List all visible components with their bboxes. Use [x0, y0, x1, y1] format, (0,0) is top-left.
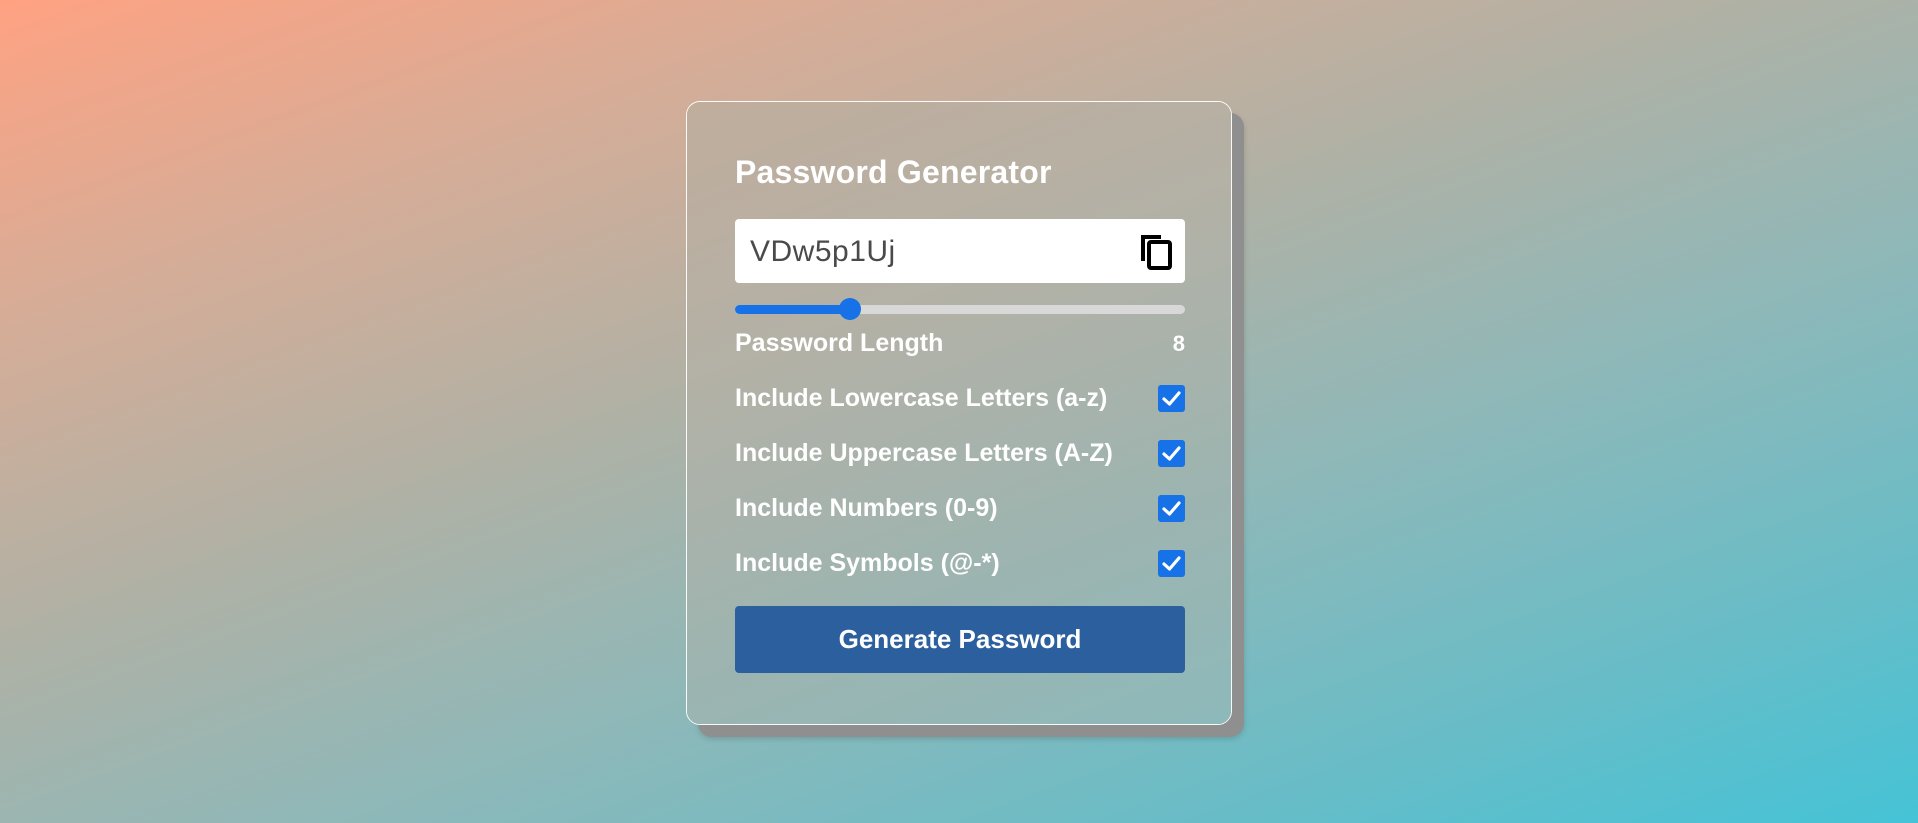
symbols-checkbox[interactable] — [1158, 550, 1185, 577]
slider-thumb[interactable] — [839, 298, 861, 320]
copy-icon[interactable] — [1137, 231, 1175, 271]
length-label: Password Length — [735, 329, 944, 357]
option-label-numbers: Include Numbers (0-9) — [735, 494, 998, 522]
option-label-symbols: Include Symbols (@-*) — [735, 549, 1000, 577]
page-title: Password Generator — [735, 154, 1052, 190]
generate-password-button[interactable]: Generate Password — [735, 606, 1185, 673]
option-label-lowercase: Include Lowercase Letters (a-z) — [735, 384, 1108, 412]
check-icon — [1162, 556, 1181, 571]
option-row-numbers: Include Numbers (0-9) — [735, 492, 1185, 524]
uppercase-checkbox[interactable] — [1158, 440, 1185, 467]
copy-icon-svg — [1141, 235, 1172, 270]
password-result-box: VDw5p1Uj — [735, 219, 1185, 283]
option-row-lowercase: Include Lowercase Letters (a-z) — [735, 382, 1185, 414]
check-icon — [1162, 391, 1181, 406]
length-slider[interactable] — [735, 298, 1185, 320]
slider-fill — [735, 305, 850, 314]
check-icon — [1162, 446, 1181, 461]
check-icon — [1162, 501, 1181, 516]
option-label-uppercase: Include Uppercase Letters (A-Z) — [735, 439, 1113, 467]
lowercase-checkbox[interactable] — [1158, 385, 1185, 412]
length-value: 8 — [1172, 331, 1185, 356]
length-row: Password Length 8 — [735, 327, 1185, 359]
password-generator-card: Password Generator VDw5p1Uj Password Len… — [686, 101, 1232, 725]
password-result[interactable]: VDw5p1Uj — [750, 235, 896, 269]
option-row-symbols: Include Symbols (@-*) — [735, 547, 1185, 579]
option-row-uppercase: Include Uppercase Letters (A-Z) — [735, 437, 1185, 469]
numbers-checkbox[interactable] — [1158, 495, 1185, 522]
